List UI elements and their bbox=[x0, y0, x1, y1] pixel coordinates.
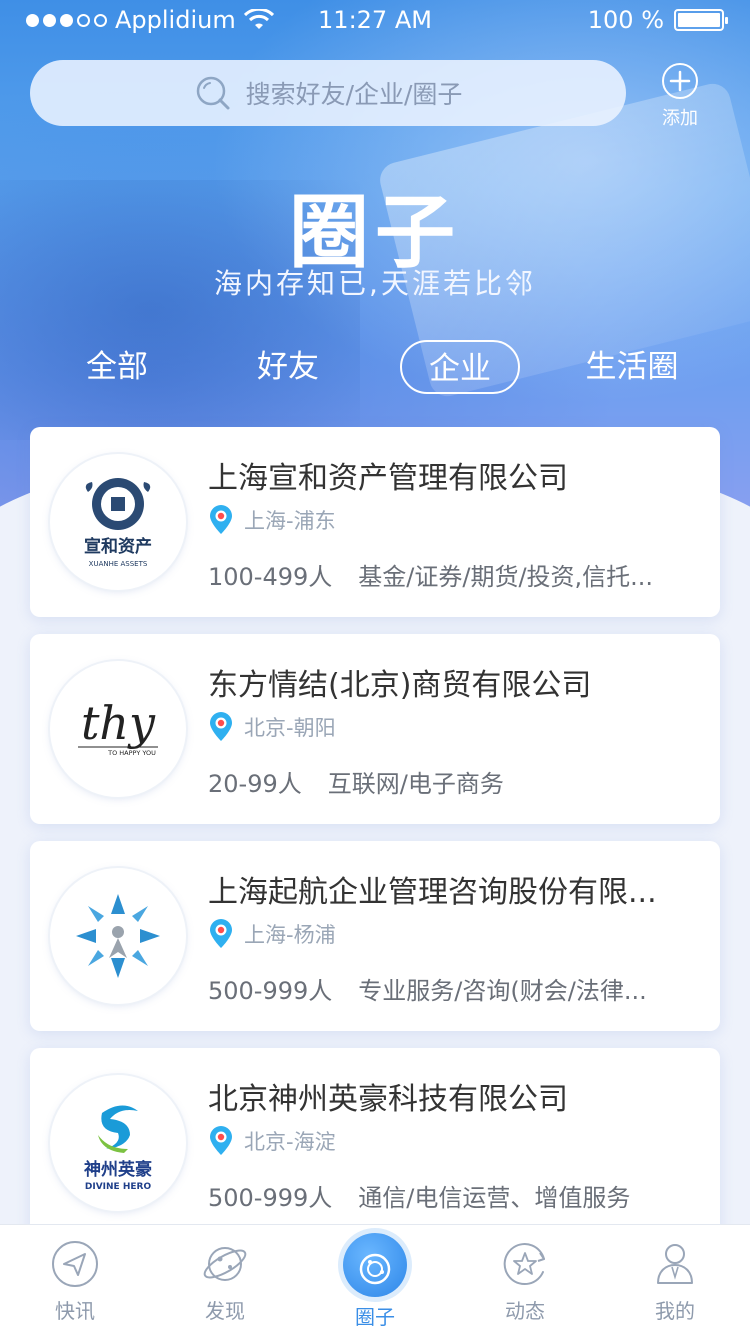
company-card[interactable]: thy TO HAPPY YOU 东方情结(北京)商贸有限公司 北京-朝阳 20… bbox=[30, 634, 720, 824]
nav-label: 圈子 bbox=[355, 1305, 395, 1329]
company-name: 上海宣和资产管理有限公司 bbox=[208, 461, 568, 496]
company-size: 100-499人 bbox=[208, 563, 333, 591]
search-input[interactable]: 搜索好友/企业/圈子 bbox=[30, 60, 626, 126]
svg-text:TO HAPPY YOU: TO HAPPY YOU bbox=[107, 749, 156, 757]
company-industry: 通信/电信运营、增值服务 bbox=[358, 1184, 631, 1212]
add-button[interactable]: 添加 bbox=[650, 62, 710, 132]
company-size: 500-999人 bbox=[208, 977, 333, 1005]
company-meta: 100-499人 基金/证券/期货/投资,信托... bbox=[208, 557, 698, 592]
company-meta: 500-999人 专业服务/咨询(财会/法律... bbox=[208, 971, 698, 1006]
thy-logo-icon: thy TO HAPPY YOU bbox=[78, 696, 158, 757]
company-name: 北京神州英豪科技有限公司 bbox=[208, 1082, 568, 1117]
send-icon bbox=[52, 1241, 98, 1287]
company-logo: 宣和资产 XUANHE ASSETS bbox=[50, 454, 186, 590]
search-placeholder: 搜索好友/企业/圈子 bbox=[245, 80, 463, 109]
company-industry: 基金/证券/期货/投资,信托... bbox=[358, 563, 654, 591]
nav-profile[interactable]: 我的 bbox=[600, 1225, 750, 1334]
tab-enterprise[interactable]: 企业 bbox=[400, 340, 520, 394]
company-industry: 互联网/电子商务 bbox=[327, 770, 504, 798]
company-size: 500-999人 bbox=[208, 1184, 333, 1212]
tab-friends[interactable]: 好友 bbox=[233, 340, 343, 394]
company-logo bbox=[50, 868, 186, 1004]
xuanhe-logo-icon: 宣和资产 XUANHE ASSETS bbox=[84, 478, 152, 568]
nav-label: 动态 bbox=[505, 1299, 545, 1323]
battery-icon bbox=[674, 9, 728, 31]
divine-hero-logo-icon: 神州英豪 DIVINE HERO bbox=[84, 1105, 152, 1192]
circle-icon bbox=[343, 1233, 407, 1297]
company-industry: 专业服务/咨询(财会/法律... bbox=[358, 977, 647, 1005]
status-bar: Applidium 11:27 AM 100 % bbox=[0, 0, 750, 42]
user-icon bbox=[657, 1244, 693, 1284]
nav-label: 我的 bbox=[655, 1299, 695, 1323]
svg-text:神州英豪: 神州英豪 bbox=[84, 1159, 152, 1180]
nav-discover[interactable]: 发现 bbox=[150, 1225, 300, 1334]
nav-label: 快讯 bbox=[55, 1299, 95, 1323]
company-size: 20-99人 bbox=[208, 770, 302, 798]
qihang-logo-icon bbox=[76, 894, 160, 978]
location-pin-icon bbox=[210, 505, 232, 534]
location-text: 上海-浦东 bbox=[244, 509, 336, 533]
company-logo: 神州英豪 DIVINE HERO bbox=[50, 1075, 186, 1211]
search-icon bbox=[196, 76, 230, 110]
location-pin-icon bbox=[210, 1126, 232, 1155]
nav-label: 发现 bbox=[205, 1299, 245, 1323]
location-text: 北京-海淀 bbox=[244, 1130, 336, 1154]
svg-text:thy: thy bbox=[81, 696, 156, 750]
company-card[interactable]: 神州英豪 DIVINE HERO 北京神州英豪科技有限公司 北京-海淀 500-… bbox=[30, 1048, 720, 1238]
company-card[interactable]: 宣和资产 XUANHE ASSETS 上海宣和资产管理有限公司 上海-浦东 10… bbox=[30, 427, 720, 617]
location-text: 上海-杨浦 bbox=[244, 923, 336, 947]
category-tabs: 全部 好友 企业 生活圈 bbox=[0, 340, 750, 396]
nav-circle[interactable]: 圈子 bbox=[300, 1225, 450, 1334]
location-pin-icon bbox=[210, 919, 232, 948]
location-text: 北京-朝阳 bbox=[244, 716, 336, 740]
tab-life-circle[interactable]: 生活圈 bbox=[572, 340, 692, 394]
nav-activity[interactable]: 动态 bbox=[450, 1225, 600, 1334]
nav-news[interactable]: 快讯 bbox=[0, 1225, 150, 1334]
plus-circle-icon bbox=[662, 63, 698, 99]
company-logo: thy TO HAPPY YOU bbox=[50, 661, 186, 797]
planet-icon bbox=[203, 1247, 247, 1281]
company-name: 东方情结(北京)商贸有限公司 bbox=[208, 668, 592, 703]
tab-all[interactable]: 全部 bbox=[62, 340, 172, 394]
battery-percent: 100 % bbox=[587, 6, 664, 34]
company-location: 北京-朝阳 bbox=[208, 712, 336, 742]
company-location: 北京-海淀 bbox=[208, 1126, 336, 1156]
svg-text:DIVINE HERO: DIVINE HERO bbox=[85, 1182, 152, 1192]
company-name: 上海起航企业管理咨询股份有限... bbox=[208, 875, 657, 910]
star-refresh-icon bbox=[503, 1243, 545, 1285]
status-right: 100 % bbox=[587, 6, 728, 34]
company-location: 上海-杨浦 bbox=[208, 919, 336, 949]
bottom-nav: 快讯 发现 圈子 动态 我的 bbox=[0, 1224, 750, 1334]
company-meta: 500-999人 通信/电信运营、增值服务 bbox=[208, 1178, 698, 1213]
page-subtitle: 海内存知已,天涯若比邻 bbox=[214, 267, 536, 300]
location-pin-icon bbox=[210, 712, 232, 741]
add-label: 添加 bbox=[662, 108, 698, 129]
company-meta: 20-99人 互联网/电子商务 bbox=[208, 764, 698, 799]
company-location: 上海-浦东 bbox=[208, 505, 336, 535]
svg-text:XUANHE ASSETS: XUANHE ASSETS bbox=[89, 560, 148, 568]
svg-text:宣和资产: 宣和资产 bbox=[84, 536, 152, 557]
company-card[interactable]: 上海起航企业管理咨询股份有限... 上海-杨浦 500-999人 专业服务/咨询(… bbox=[30, 841, 720, 1031]
